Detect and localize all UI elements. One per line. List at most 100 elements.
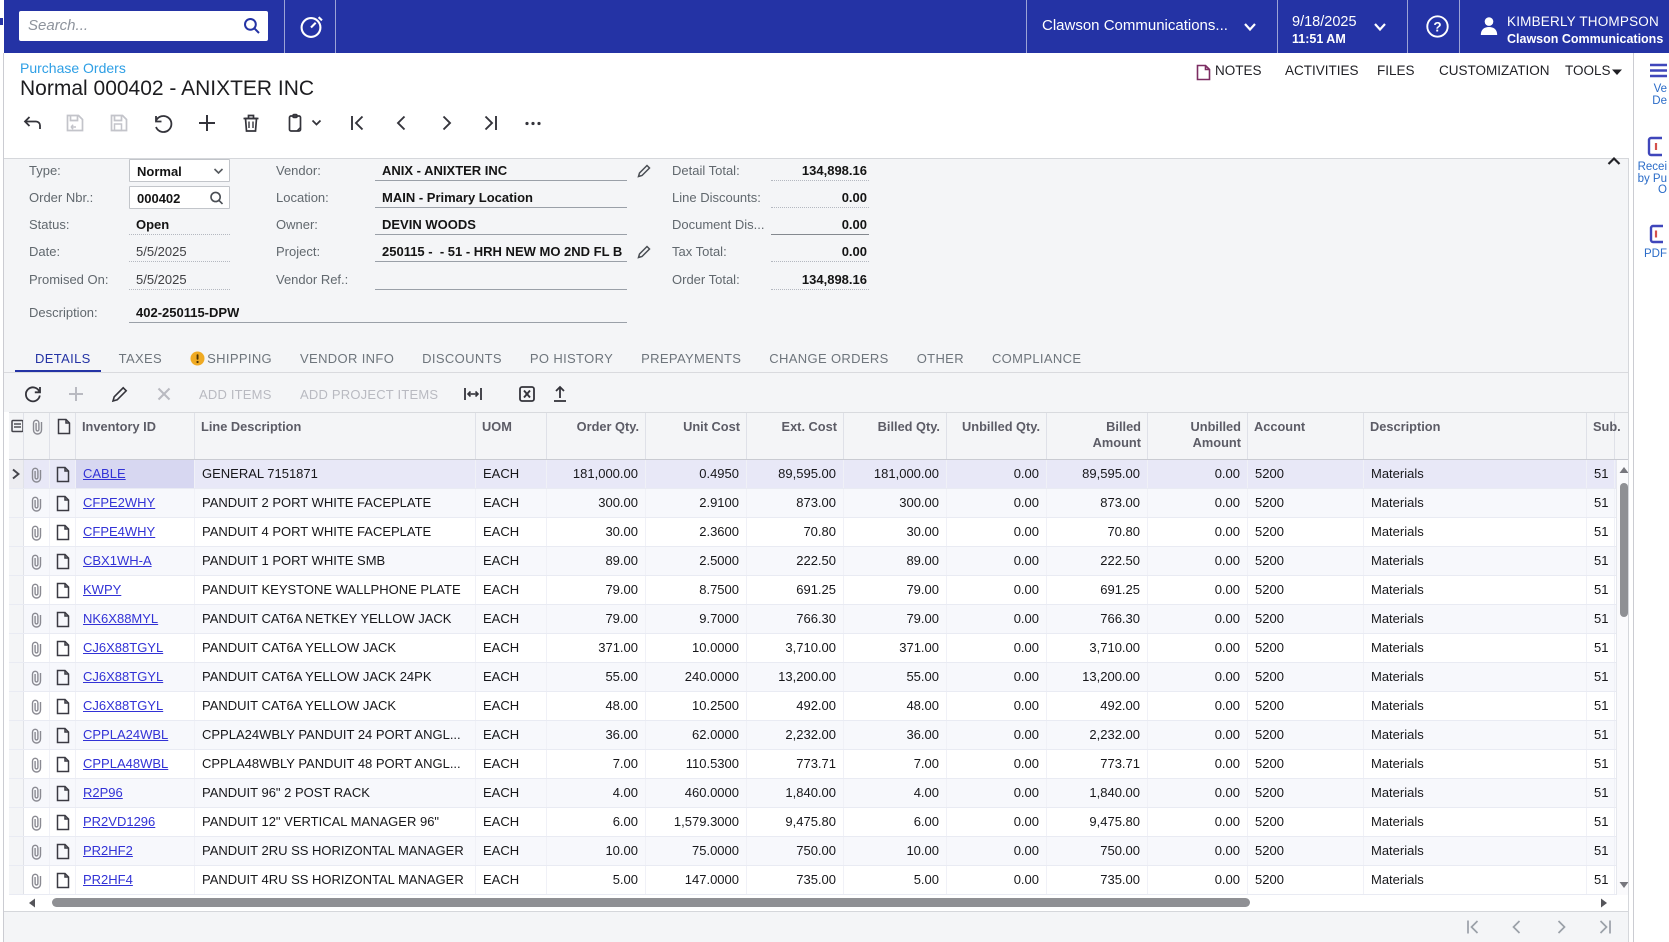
row-marker[interactable] xyxy=(9,518,24,546)
cell-ext-cost[interactable]: 691.25 xyxy=(747,576,844,604)
order-nbr-field[interactable]: 000402 xyxy=(129,186,230,209)
cell-billed-qty[interactable]: 89.00 xyxy=(844,547,947,575)
cell-uom[interactable]: EACH xyxy=(476,837,547,865)
column-header-billed-qty[interactable]: Billed Qty. xyxy=(844,413,947,459)
cell-unit-cost[interactable]: 62.0000 xyxy=(646,721,747,749)
cell-order-qty[interactable]: 36.00 xyxy=(547,721,646,749)
row-marker[interactable] xyxy=(9,750,24,778)
fit-width-icon[interactable] xyxy=(462,384,482,404)
cell-unit-cost[interactable]: 147.0000 xyxy=(646,866,747,894)
cell-order-qty[interactable]: 89.00 xyxy=(547,547,646,575)
column-header-ext-cost[interactable]: Ext. Cost xyxy=(747,413,844,459)
cell-billed-qty[interactable]: 10.00 xyxy=(844,837,947,865)
cell-sub[interactable]: 51 xyxy=(1587,547,1615,575)
cell-billed-amount[interactable]: 691.25 xyxy=(1047,576,1148,604)
attachment-icon[interactable] xyxy=(24,634,50,662)
cell-unbilled-qty[interactable]: 0.00 xyxy=(947,489,1047,517)
cell-ext-cost[interactable]: 735.00 xyxy=(747,866,844,894)
cell-unit-cost[interactable]: 75.0000 xyxy=(646,837,747,865)
note-icon[interactable] xyxy=(50,692,76,720)
cell-sub[interactable]: 51 xyxy=(1587,576,1615,604)
cell-account-description[interactable]: Materials xyxy=(1364,576,1587,604)
help-icon[interactable]: ? xyxy=(1425,14,1450,39)
cell-ext-cost[interactable]: 70.80 xyxy=(747,518,844,546)
cell-inventory-id[interactable]: KWPY xyxy=(76,576,195,604)
cell-ext-cost[interactable]: 773.71 xyxy=(747,750,844,778)
inventory-link[interactable]: CABLE xyxy=(83,466,126,481)
attachment-icon[interactable] xyxy=(24,605,50,633)
grid-row-15[interactable]: PR2HF4 PANDUIT 4RU SS HORIZONTAL MANAGER E… xyxy=(9,866,1616,895)
cell-account-description[interactable]: Materials xyxy=(1364,663,1587,691)
cell-account-description[interactable]: Materials xyxy=(1364,634,1587,662)
cell-billed-qty[interactable]: 300.00 xyxy=(844,489,947,517)
cell-sub[interactable]: 51 xyxy=(1587,663,1615,691)
export-excel-icon[interactable] xyxy=(517,384,537,404)
grid-row-1[interactable]: CABLE GENERAL 7151871 EACH 181,000.00 0.4950… xyxy=(9,460,1616,489)
delete-record-button[interactable] xyxy=(240,112,262,134)
cell-order-qty[interactable]: 6.00 xyxy=(547,808,646,836)
note-icon[interactable] xyxy=(50,518,76,546)
cell-sub[interactable]: 51 xyxy=(1587,808,1615,836)
tools-button[interactable]: TOOLS xyxy=(1565,63,1611,78)
cell-sub[interactable]: 51 xyxy=(1587,750,1615,778)
cell-order-qty[interactable]: 7.00 xyxy=(547,750,646,778)
cell-billed-amount[interactable]: 773.71 xyxy=(1047,750,1148,778)
row-marker[interactable] xyxy=(9,808,24,836)
cell-inventory-id[interactable]: CFPE2WHY xyxy=(76,489,195,517)
horizontal-scrollbar[interactable] xyxy=(4,895,1629,911)
cell-unbilled-amount[interactable]: 0.00 xyxy=(1148,547,1248,575)
cell-ext-cost[interactable]: 89,595.00 xyxy=(747,460,844,488)
collapse-panel-icon[interactable] xyxy=(1606,155,1622,167)
inventory-link[interactable]: CPPLA48WBL xyxy=(83,756,168,771)
notes-icon[interactable] xyxy=(1196,64,1211,81)
cell-order-qty[interactable]: 48.00 xyxy=(547,692,646,720)
cell-ext-cost[interactable]: 766.30 xyxy=(747,605,844,633)
column-header-inventory-id[interactable]: Inventory ID xyxy=(76,413,195,459)
refresh-icon[interactable] xyxy=(23,384,43,404)
inventory-link[interactable]: CJ6X88TGYL xyxy=(83,640,163,655)
row-marker[interactable] xyxy=(9,721,24,749)
cell-account[interactable]: 5200 xyxy=(1248,547,1364,575)
lookup-icon[interactable] xyxy=(208,190,225,207)
cell-account[interactable]: 5200 xyxy=(1248,489,1364,517)
cell-ext-cost[interactable]: 492.00 xyxy=(747,692,844,720)
inventory-link[interactable]: PR2VD1296 xyxy=(83,814,155,829)
cell-inventory-id[interactable]: CFPE4WHY xyxy=(76,518,195,546)
more-actions-button[interactable] xyxy=(522,112,544,134)
cell-ext-cost[interactable]: 2,232.00 xyxy=(747,721,844,749)
cell-unit-cost[interactable]: 10.0000 xyxy=(646,634,747,662)
tab-change-orders[interactable]: CHANGE ORDERS xyxy=(769,351,888,366)
cell-uom[interactable]: EACH xyxy=(476,489,547,517)
cell-uom[interactable]: EACH xyxy=(476,866,547,894)
project-edit-icon[interactable] xyxy=(636,244,652,260)
cell-account[interactable]: 5200 xyxy=(1248,634,1364,662)
cell-unbilled-amount[interactable]: 0.00 xyxy=(1148,489,1248,517)
add-new-record-button[interactable] xyxy=(196,112,218,134)
attachment-icon[interactable] xyxy=(24,721,50,749)
cell-unit-cost[interactable]: 8.7500 xyxy=(646,576,747,604)
cell-unbilled-qty[interactable]: 0.00 xyxy=(947,750,1047,778)
attachment-icon[interactable] xyxy=(24,663,50,691)
attachment-icon[interactable] xyxy=(24,576,50,604)
cell-billed-amount[interactable]: 2,232.00 xyxy=(1047,721,1148,749)
note-icon[interactable] xyxy=(50,460,76,488)
grid-row-7[interactable]: CJ6X88TGYL PANDUIT CAT6A YELLOW JACK EACH 3… xyxy=(9,634,1616,663)
tab-po-history[interactable]: PO HISTORY xyxy=(530,351,613,366)
tab-compliance[interactable]: COMPLIANCE xyxy=(992,351,1081,366)
cell-ext-cost[interactable]: 1,840.00 xyxy=(747,779,844,807)
cell-billed-qty[interactable]: 48.00 xyxy=(844,692,947,720)
cell-billed-qty[interactable]: 371.00 xyxy=(844,634,947,662)
column-header-unbilled-qty[interactable]: Unbilled Qty. xyxy=(947,413,1047,459)
cell-unbilled-qty[interactable]: 0.00 xyxy=(947,460,1047,488)
cell-uom[interactable]: EACH xyxy=(476,634,547,662)
cell-order-qty[interactable]: 371.00 xyxy=(547,634,646,662)
cell-unbilled-qty[interactable]: 0.00 xyxy=(947,663,1047,691)
tenant-selector[interactable]: Clawson Communications... xyxy=(1042,17,1228,34)
cell-inventory-id[interactable]: CABLE xyxy=(76,460,195,488)
note-icon[interactable] xyxy=(50,605,76,633)
cell-inventory-id[interactable]: CPPLA24WBL xyxy=(76,721,195,749)
cell-unbilled-amount[interactable]: 0.00 xyxy=(1148,663,1248,691)
cell-ext-cost[interactable]: 13,200.00 xyxy=(747,663,844,691)
cell-account-description[interactable]: Materials xyxy=(1364,518,1587,546)
cell-unbilled-amount[interactable]: 0.00 xyxy=(1148,634,1248,662)
